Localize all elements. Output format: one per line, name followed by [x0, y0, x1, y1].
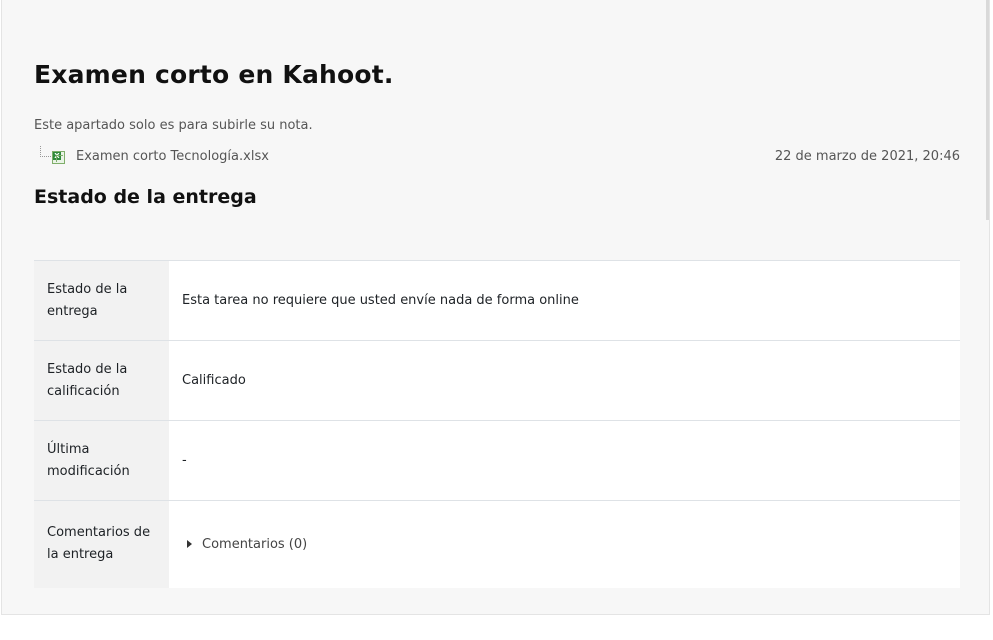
tree-connector	[40, 146, 51, 157]
assignment-card: Examen corto en Kahoot. Este apartado so…	[1, 0, 990, 615]
page: Examen corto en Kahoot. Este apartado so…	[0, 0, 993, 640]
submission-status-table: Estado de la entrega Esta tarea no requi…	[34, 260, 960, 588]
table-row: Última modificación -	[34, 420, 960, 501]
row-value: Calificado	[169, 340, 960, 421]
table-row: Estado de la calificación Calificado	[34, 340, 960, 421]
row-label: Estado de la calificación	[34, 340, 169, 421]
caret-right-icon	[187, 540, 192, 548]
xlsx-file-icon: X	[52, 151, 65, 164]
table-row: Comentarios de la entrega Comentarios (0…	[34, 500, 960, 588]
row-label: Estado de la entrega	[34, 260, 169, 341]
assignment-intro: Este apartado solo es para subirle su no…	[34, 118, 313, 133]
comments-toggle[interactable]: Comentarios (0)	[187, 537, 307, 552]
comments-label: Comentarios (0)	[202, 536, 308, 552]
attachment-date: 22 de marzo de 2021, 20:46	[774, 149, 960, 164]
attachment-link[interactable]: Examen corto Tecnología.xlsx	[76, 149, 269, 164]
attachment-row: X Examen corto Tecnología.xlsx 22 de mar…	[38, 146, 960, 168]
page-title: Examen corto en Kahoot.	[34, 60, 394, 89]
scrollbar[interactable]	[986, 0, 989, 220]
row-label: Comentarios de la entrega	[34, 500, 169, 588]
row-value-comments: Comentarios (0)	[169, 500, 960, 588]
submission-status-heading: Estado de la entrega	[34, 186, 257, 208]
table-row: Estado de la entrega Esta tarea no requi…	[34, 260, 960, 341]
row-label: Última modificación	[34, 420, 169, 501]
row-value: Esta tarea no requiere que usted envíe n…	[169, 260, 960, 341]
row-value: -	[169, 420, 960, 501]
